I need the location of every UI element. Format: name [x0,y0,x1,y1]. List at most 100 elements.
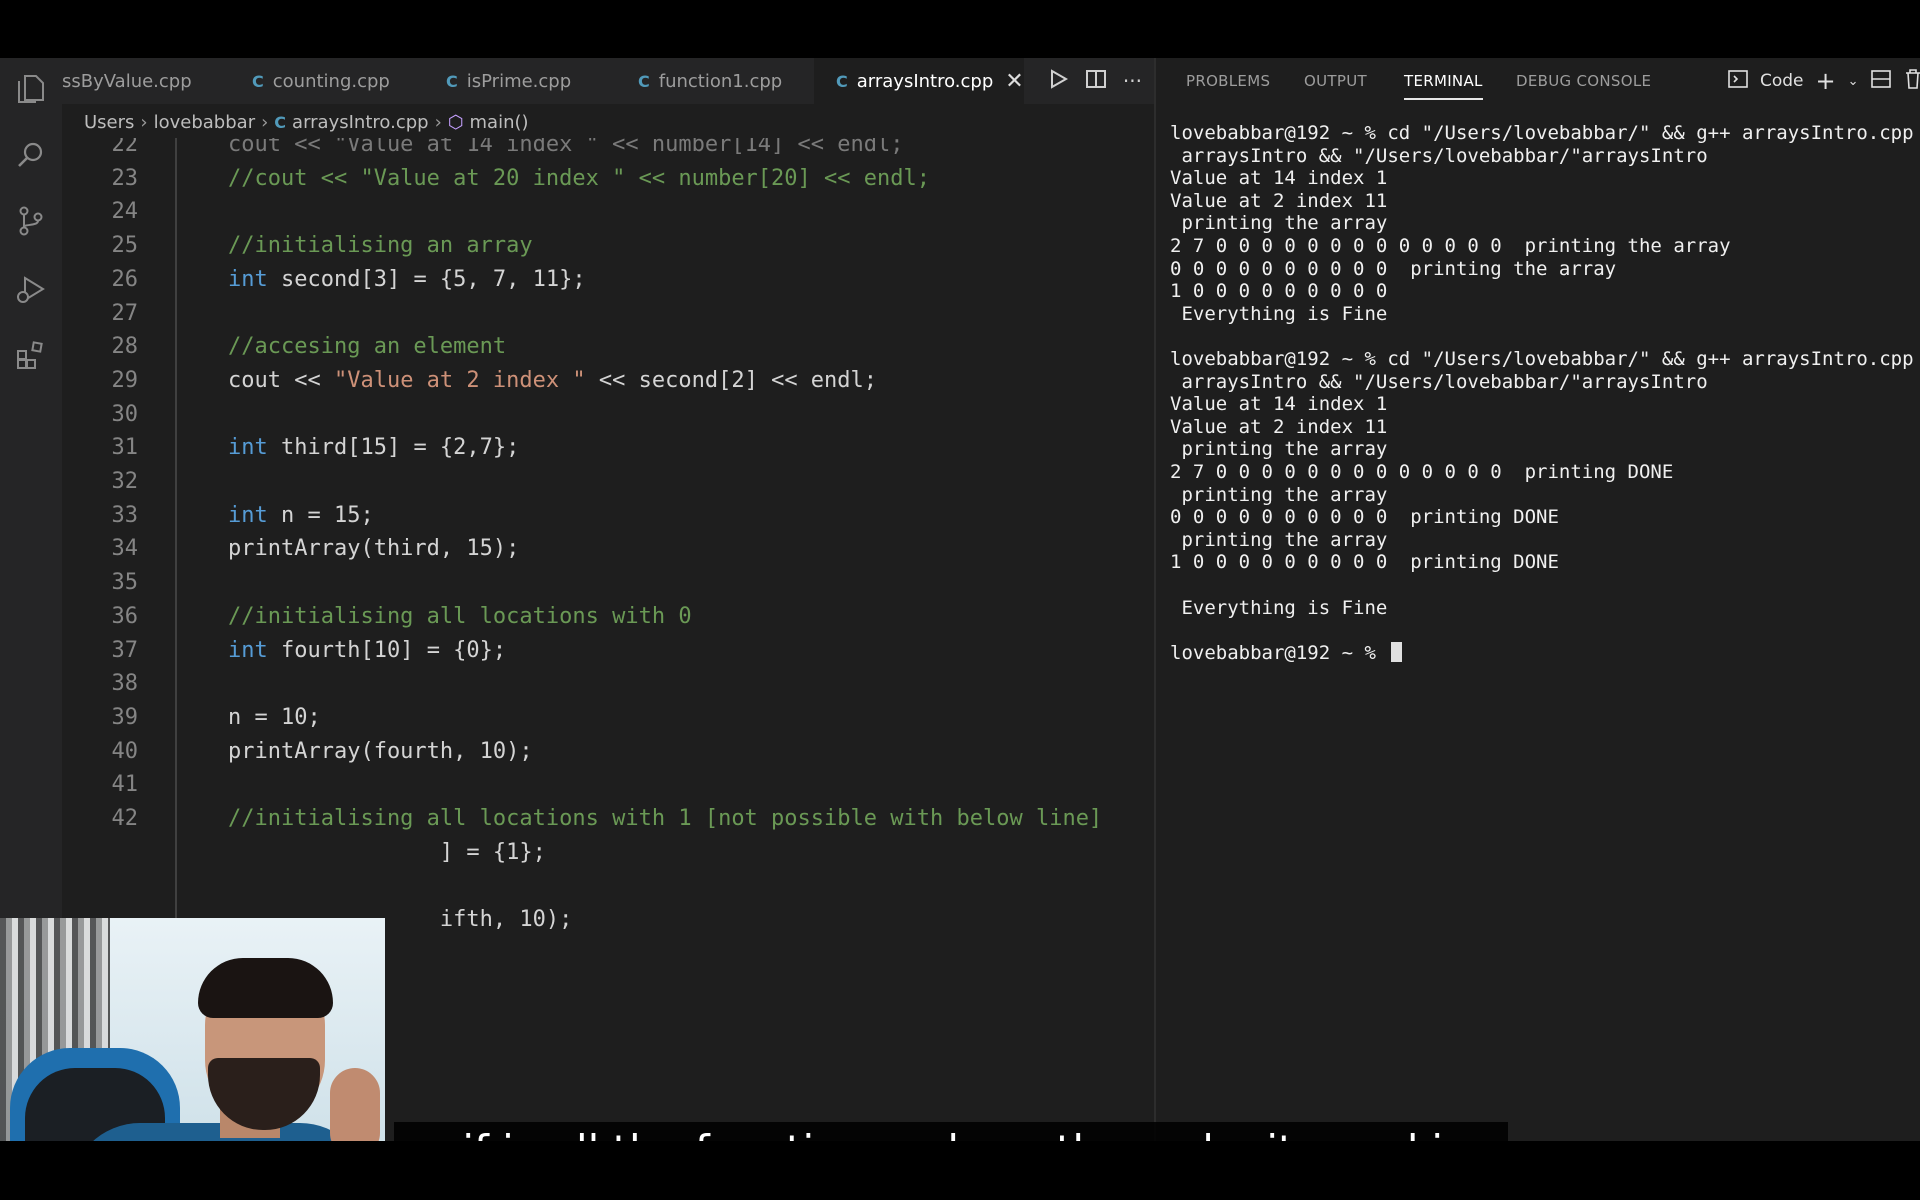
terminal-line: 2 7 0 0 0 0 0 0 0 0 0 0 0 0 0 printing t… [1170,235,1731,258]
chevron-right-icon: › [261,111,269,133]
code-token: printArray(third, 15); [228,536,520,562]
code-line: 25 //initialising an array [62,229,1154,263]
code-text: int fourth[10] = {0}; [228,634,506,668]
code-token: int [228,435,268,461]
run-icon[interactable] [1047,68,1069,94]
tab-terminal[interactable]: TERMINAL [1404,58,1483,104]
code-line: 24 [62,195,1154,229]
terminal-cursor [1391,641,1403,662]
terminal-text: Value at 2 index 11 [1170,189,1388,212]
terminal-profile-label[interactable]: Code [1760,71,1804,91]
code-text: cout << "Value at 14 index " << number[1… [228,138,904,162]
tab-label: function1.cpp [658,70,783,92]
line-number: 30 [111,401,139,427]
code-text: //cout << "Value at 20 index " << number… [228,162,930,196]
breadcrumb-item[interactable]: main() [470,112,529,133]
terminal-line: Value at 2 index 11 [1170,416,1387,439]
terminal-line: lovebabbar@192 ~ % [1170,641,1403,665]
cpp-file-icon: C [274,112,287,132]
source-control-icon[interactable] [14,204,48,238]
terminal-text: 1 0 0 0 0 0 0 0 0 0 [1170,280,1388,303]
search-icon[interactable] [14,138,48,172]
cpp-file-icon: C [638,71,650,91]
line-number: 33 [111,502,139,528]
code-token: cout << [228,367,334,393]
code-text: int n = 15; [228,499,374,533]
tab-debug-console[interactable]: DEBUG CONSOLE [1516,58,1651,104]
terminal-line: Everything is Fine [1170,597,1387,620]
terminal-text: arraysIntro && "/Users/lovebabbar/"array… [1170,144,1708,167]
video-top-letterbox [0,0,1920,58]
code-token: int [228,266,268,292]
tab-arraysintro[interactable]: C arraysIntro.cpp ✕ [814,58,1024,104]
line-number: 25 [111,233,139,259]
tab-output[interactable]: OUTPUT [1304,58,1367,104]
chevron-down-icon[interactable]: ⌄ [1848,74,1859,89]
tab-passbyvalue[interactable]: ssByValue.cpp [62,58,222,104]
terminal-line: printing the array [1170,484,1387,507]
code-text: //initialising all locations with 0 [228,600,692,634]
webcam-person-hair [198,958,333,1018]
line-number: 27 [111,300,139,326]
tab-function1[interactable]: C function1.cpp [628,58,828,104]
close-icon[interactable]: ✕ [1005,69,1023,94]
panel-actions: Code + ⌄ [1728,58,1920,104]
breadcrumb: Users › lovebabbar › C arraysIntro.cpp ›… [84,108,529,136]
tab-label: counting.cpp [272,70,390,92]
line-number: 39 [111,704,139,730]
code-line: 23 //cout << "Value at 20 index " << numb… [62,162,1154,196]
code-token: n = 10; [228,704,321,730]
extensions-icon[interactable] [14,338,48,372]
terminal-text: 2 7 0 0 0 0 0 0 0 0 0 0 0 0 0 printing D… [1170,461,1674,483]
terminal-text: lovebabbar@192 ~ % [1170,641,1388,664]
tab-label: ssByValue.cpp [62,70,192,92]
breadcrumb-item[interactable]: lovebabbar [154,112,255,133]
split-terminal-icon[interactable] [1870,69,1891,94]
more-actions-icon[interactable]: ··· [1123,69,1142,93]
code-line: 37 int fourth[10] = {0}; [62,634,1154,668]
terminal-line: Value at 14 index 1 [1170,167,1387,190]
line-number: 28 [111,334,139,360]
explorer-icon[interactable] [14,72,48,106]
code-line: 41 [62,768,1154,802]
breadcrumb-item[interactable]: arraysIntro.cpp [292,112,429,133]
terminal-line: 0 0 0 0 0 0 0 0 0 0 printing DONE [1170,506,1559,529]
code-line: 36 //initialising all locations with 0 [62,600,1154,634]
run-debug-icon[interactable] [14,272,48,306]
terminal-text: Value at 14 index 1 [1170,393,1388,416]
tab-problems[interactable]: PROBLEMS [1186,58,1270,104]
line-number: 31 [111,435,139,461]
new-terminal-icon[interactable]: + [1816,67,1836,95]
line-number: 42 [111,806,139,831]
code-text: ] = {1}; [228,836,546,870]
cpp-file-icon: C [446,71,458,91]
line-number: 34 [111,536,139,562]
line-number: 35 [111,570,139,596]
tab-isprime[interactable]: C isPrime.cpp [436,58,626,104]
code-token: second[3] = {5, 7, 11}; [267,266,586,292]
code-text: //initialising an array [228,229,533,263]
code-line: 38 [62,667,1154,701]
terminal-text: lovebabbar@192 ~ % cd "/Users/lovebabbar… [1170,348,1920,370]
terminal-text: arraysIntro && "/Users/lovebabbar/"array… [1170,370,1708,393]
breadcrumb-item[interactable]: Users [84,112,134,133]
video-bottom-letterbox [0,1141,1920,1200]
tab-counting[interactable]: C counting.cpp [242,58,432,104]
code-token: //accesing an element [228,334,507,360]
line-number: 38 [111,671,139,697]
code-text: cout << "Value at 2 index " << second[2]… [228,364,877,398]
code-text: int third[15] = {2,7}; [228,431,519,465]
chevron-right-icon: › [140,111,148,133]
terminal-output[interactable]: lovebabbar@192 ~ % cd "/Users/lovebabbar… [1170,122,1920,1122]
code-token: printArray(fourth, 10); [228,738,533,764]
trash-icon[interactable] [1903,68,1920,95]
terminal-panel: PROBLEMS OUTPUT TERMINAL DEBUG CONSOLE C… [1154,58,1920,1141]
terminal-text: Value at 2 index 11 [1170,415,1388,438]
terminal-text: printing the array [1170,528,1388,551]
terminal-line: lovebabbar@192 ~ % cd "/Users/lovebabbar… [1170,122,1920,145]
line-number: 41 [111,772,139,798]
split-editor-icon[interactable] [1085,68,1107,94]
code-line: 39 n = 10; [62,701,1154,735]
terminal-text: 0 0 0 0 0 0 0 0 0 0 printing DONE [1170,506,1559,529]
code-text: int second[3] = {5, 7, 11}; [228,263,586,297]
